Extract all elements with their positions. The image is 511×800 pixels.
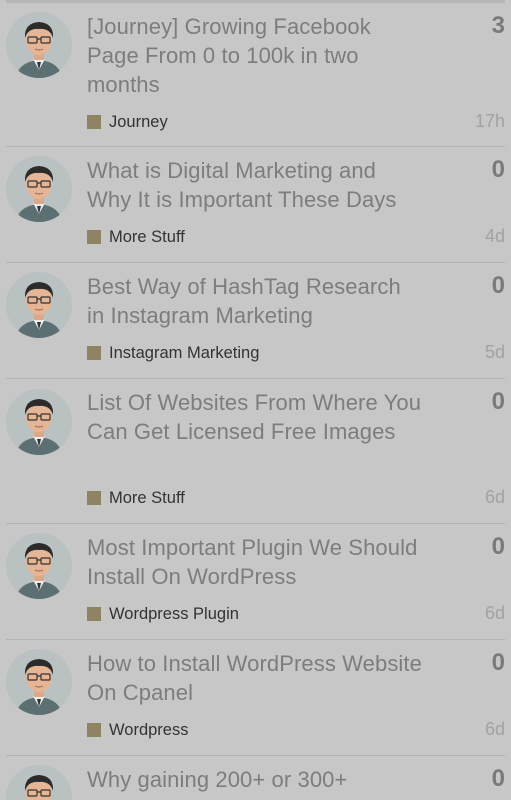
- topic-title[interactable]: Most Important Plugin We Should Install …: [87, 533, 422, 591]
- topic-title[interactable]: List Of Websites From Where You Can Get …: [87, 388, 422, 446]
- topic-age[interactable]: 6d: [485, 719, 505, 740]
- topic-age[interactable]: 6d: [485, 603, 505, 624]
- category-color-swatch: [87, 607, 101, 621]
- topic-row[interactable]: Best Way of HashTag Research in Instagra…: [6, 263, 505, 379]
- user-avatar-icon[interactable]: [6, 12, 72, 78]
- user-avatar-icon[interactable]: [6, 765, 72, 800]
- category-label: More Stuff: [109, 227, 185, 246]
- reply-count: 0: [491, 649, 505, 676]
- topic-title[interactable]: Why gaining 200+ or 300+: [87, 765, 422, 794]
- reply-count: 0: [491, 388, 505, 415]
- user-avatar-icon[interactable]: [6, 272, 72, 338]
- category-badge[interactable]: Journey: [87, 112, 168, 132]
- reply-count: 0: [491, 533, 505, 560]
- topic-age[interactable]: 6d: [485, 487, 505, 508]
- reply-count: 0: [491, 272, 505, 299]
- category-label: Journey: [109, 112, 168, 131]
- topic-row[interactable]: How to Install WordPress Website On Cpan…: [6, 640, 505, 756]
- topic-age[interactable]: 5d: [485, 342, 505, 363]
- topic-row[interactable]: Most Important Plugin We Should Install …: [6, 524, 505, 640]
- topic-row[interactable]: [Journey] Growing Facebook Page From 0 t…: [6, 0, 505, 147]
- reply-count: 3: [491, 12, 505, 39]
- category-color-swatch: [87, 491, 101, 505]
- user-avatar-icon[interactable]: [6, 389, 72, 455]
- reply-count: 0: [491, 156, 505, 183]
- topic-row[interactable]: What is Digital Marketing and Why It is …: [6, 147, 505, 263]
- category-badge[interactable]: Wordpress Plugin: [87, 604, 239, 624]
- category-label: More Stuff: [109, 488, 185, 507]
- topic-title[interactable]: [Journey] Growing Facebook Page From 0 t…: [87, 12, 422, 99]
- category-color-swatch: [87, 723, 101, 737]
- category-label: Instagram Marketing: [109, 343, 260, 362]
- topic-row[interactable]: Why gaining 200+ or 300+ 0: [6, 756, 505, 800]
- topic-list: [Journey] Growing Facebook Page From 0 t…: [0, 0, 511, 800]
- category-badge[interactable]: Instagram Marketing: [87, 343, 259, 363]
- category-color-swatch: [87, 230, 101, 244]
- category-badge[interactable]: More Stuff: [87, 488, 185, 508]
- category-badge[interactable]: Wordpress: [87, 720, 188, 740]
- category-label: Wordpress Plugin: [109, 604, 239, 623]
- topic-age[interactable]: 17h: [475, 111, 505, 132]
- reply-count: 0: [491, 765, 505, 792]
- category-color-swatch: [87, 346, 101, 360]
- topic-title[interactable]: How to Install WordPress Website On Cpan…: [87, 649, 422, 707]
- category-label: Wordpress: [109, 720, 189, 739]
- user-avatar-icon[interactable]: [6, 156, 72, 222]
- topic-title[interactable]: Best Way of HashTag Research in Instagra…: [87, 272, 422, 330]
- user-avatar-icon[interactable]: [6, 533, 72, 599]
- category-badge[interactable]: More Stuff: [87, 227, 185, 247]
- topic-row[interactable]: List Of Websites From Where You Can Get …: [6, 379, 505, 524]
- topic-title[interactable]: What is Digital Marketing and Why It is …: [87, 156, 422, 214]
- category-color-swatch: [87, 115, 101, 129]
- topic-age[interactable]: 4d: [485, 226, 505, 247]
- user-avatar-icon[interactable]: [6, 649, 72, 715]
